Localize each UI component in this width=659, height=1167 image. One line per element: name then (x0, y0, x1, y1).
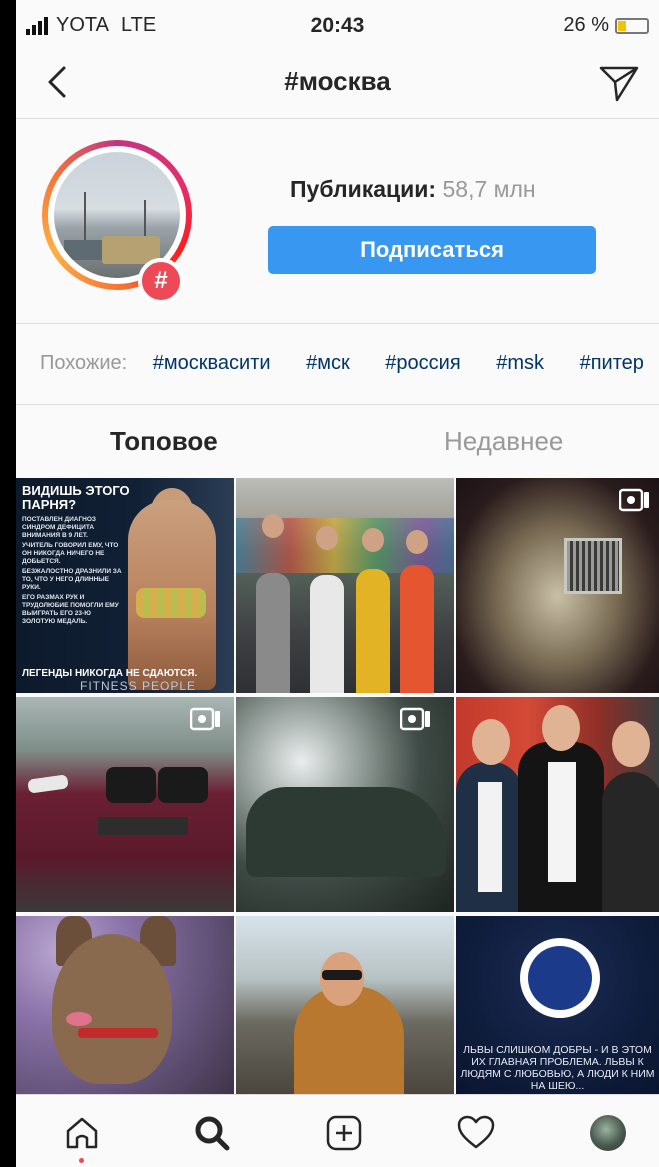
post-thumbnail[interactable] (236, 916, 454, 1094)
related-tag[interactable]: #москвасити (153, 352, 271, 374)
related-tag[interactable]: #россия (385, 352, 460, 374)
post-caption-line: ЕГО РАЗМАХ РУК И ТРУДОЛЮБИЕ ПОМОГЛИ ЕМУ … (22, 594, 119, 625)
heart-icon[interactable] (454, 1111, 498, 1155)
share-icon[interactable] (597, 62, 641, 106)
page-title: #москва (284, 66, 391, 96)
post-thumbnail[interactable] (236, 697, 454, 912)
profile-avatar[interactable] (586, 1111, 630, 1155)
post-thumbnail[interactable] (16, 697, 234, 912)
post-thumbnail[interactable] (456, 697, 659, 912)
posts-count: Публикации: 58,7 млн (290, 176, 536, 203)
video-icon (619, 488, 649, 512)
post-thumbnail[interactable] (236, 478, 454, 693)
post-caption-line: БЕЗЖАЛОСТНО ДРАЗНИЛИ ЗА ТО, ЧТО У НЕГО Д… (22, 568, 122, 591)
follow-button[interactable]: Подписаться (268, 226, 596, 274)
home-icon[interactable] (60, 1111, 104, 1155)
posts-grid: ВИДИШЬ ЭТОГО ПАРНЯ? ПОСТАВЛЕН ДИАГНОЗ СИ… (16, 478, 659, 1094)
related-hashtags: Похожие: #москвасити #мск #россия #msk #… (16, 323, 659, 405)
add-post-icon[interactable] (322, 1111, 366, 1155)
post-headline: ВИДИШЬ ЭТОГО ПАРНЯ? (22, 483, 130, 512)
related-tag[interactable]: #питер (580, 352, 644, 374)
posts-number: 58,7 млн (442, 176, 536, 202)
post-thumbnail[interactable]: ЛЬВЫ СЛИШКОМ ДОБРЫ - И В ЭТОМ ИХ ГЛАВНАЯ… (456, 916, 659, 1094)
search-icon[interactable] (190, 1111, 234, 1155)
hashtag-badge: # (138, 258, 184, 304)
navigation-bar: #москва (16, 50, 659, 119)
post-thumbnail[interactable] (456, 478, 659, 693)
related-label: Похожие: (40, 352, 128, 374)
notification-dot (79, 1158, 84, 1163)
instagram-hashtag-screen: YOTA LTE 20:43 26 % #москва # Публикации… (16, 0, 659, 1167)
posts-label: Публикации: (290, 176, 437, 202)
battery-percent: 26 % (563, 14, 609, 36)
feed-tabs: Топовое Недавнее (16, 404, 659, 476)
post-caption-line: ПОСТАВЛЕН ДИАГНОЗ СИНДРОМ ДЕФИЦИТА ВНИМА… (22, 516, 96, 539)
post-brand: FITNESS PEOPLE (80, 679, 197, 693)
post-footer-text: ЛЕГЕНДЫ НИКОГДА НЕ СДАЮТСЯ. (22, 668, 198, 679)
bottom-tab-bar (16, 1094, 659, 1167)
tab-recent[interactable]: Недавнее (444, 426, 563, 457)
video-icon (190, 707, 220, 731)
tab-top[interactable]: Топовое (110, 426, 218, 457)
post-thumbnail[interactable] (16, 916, 234, 1094)
lion-logo (520, 938, 600, 1018)
battery-info: 26 % (563, 14, 649, 37)
post-caption-line: УЧИТЕЛЬ ГОВОРИЛ ЕМУ, ЧТО ОН НИКОГДА НИЧЕ… (22, 542, 119, 565)
post-quote-text: ЛЬВЫ СЛИШКОМ ДОБРЫ - И В ЭТОМ ИХ ГЛАВНАЯ… (460, 1044, 655, 1092)
status-bar: YOTA LTE 20:43 26 % (16, 0, 659, 50)
post-thumbnail[interactable]: ВИДИШЬ ЭТОГО ПАРНЯ? ПОСТАВЛЕН ДИАГНОЗ СИ… (16, 478, 234, 693)
related-tag[interactable]: #msk (496, 352, 544, 374)
related-tag[interactable]: #мск (306, 352, 350, 374)
battery-icon (615, 17, 649, 34)
video-icon (400, 707, 430, 731)
